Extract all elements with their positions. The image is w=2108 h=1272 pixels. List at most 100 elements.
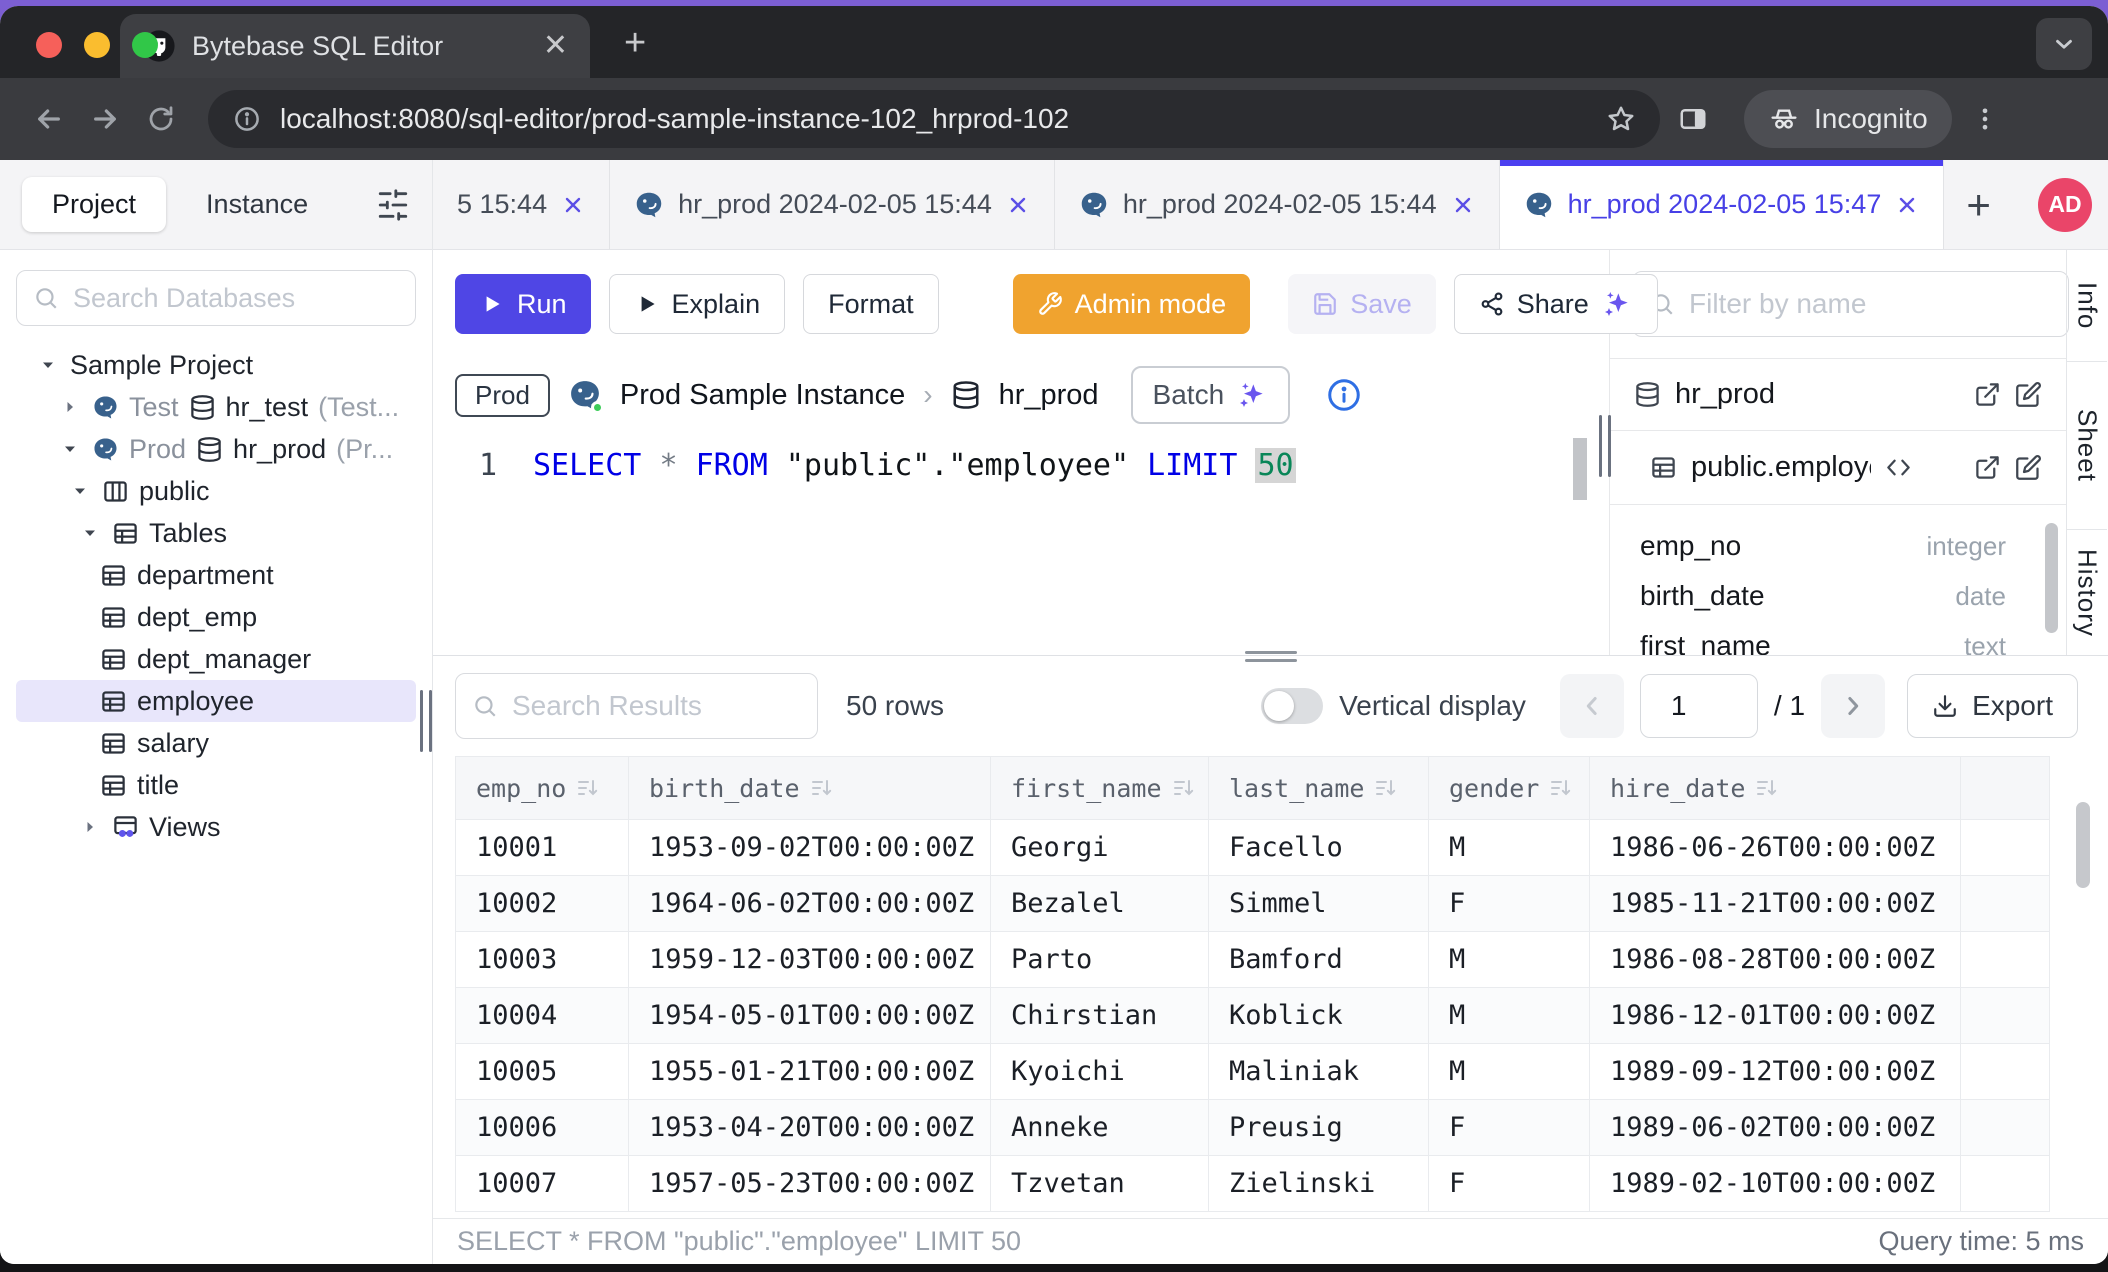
reload-button[interactable]	[138, 96, 184, 142]
table-cell[interactable]	[1961, 820, 2050, 876]
table-header-cell[interactable]: last_name	[1209, 757, 1429, 820]
share-button[interactable]: Share	[1454, 274, 1658, 334]
close-tab-icon[interactable]	[1451, 193, 1475, 217]
tree-node-table[interactable]: department	[16, 554, 416, 596]
table-row[interactable]: 100021964-06-02T00:00:00ZBezalelSimmelF1…	[456, 876, 2050, 932]
table-header-cell[interactable]: birth_date	[629, 757, 991, 820]
tab-project[interactable]: Project	[22, 177, 166, 232]
caret-down-icon[interactable]	[68, 479, 92, 503]
table-row[interactable]: 100051955-01-21T00:00:00ZKyoichiMaliniak…	[456, 1044, 2050, 1100]
sql-editor[interactable]: 1 SELECT * FROM "public"."employee" LIMI…	[433, 432, 1609, 655]
table-cell[interactable]: 1959-12-03T00:00:00Z	[629, 932, 991, 988]
tree-node-db-prod[interactable]: Prod hr_prod (Pr...	[16, 428, 416, 470]
external-link-icon[interactable]	[1974, 381, 2001, 408]
tree-node-table[interactable]: employee	[16, 680, 416, 722]
editor-tab[interactable]: hr_prod 2024-02-05 15:44	[1055, 160, 1500, 249]
batch-button[interactable]: Batch	[1131, 366, 1291, 424]
table-cell[interactable]: M	[1429, 820, 1590, 876]
vertical-display-toggle[interactable]	[1261, 688, 1323, 724]
tree-node-table[interactable]: dept_emp	[16, 596, 416, 638]
table-header-cell[interactable]: gender	[1429, 757, 1590, 820]
close-tab-icon[interactable]: ✕	[543, 31, 568, 61]
table-header-cell[interactable]: hire_date	[1590, 757, 1961, 820]
minimize-window-button[interactable]	[84, 32, 110, 58]
page-number-input[interactable]	[1640, 674, 1758, 738]
table-cell[interactable]	[1961, 876, 2050, 932]
table-cell[interactable]: 10006	[456, 1100, 629, 1156]
edit-icon[interactable]	[2015, 454, 2042, 481]
filter-by-name-input[interactable]	[1687, 287, 2052, 321]
external-link-icon[interactable]	[1974, 454, 2001, 481]
tree-node-table[interactable]: dept_manager	[16, 638, 416, 680]
table-cell[interactable]: Simmel	[1209, 876, 1429, 932]
schema-table-row[interactable]: public.employe	[1610, 430, 2066, 504]
table-cell[interactable]: 1989-02-10T00:00:00Z	[1590, 1156, 1961, 1212]
table-cell[interactable]: Bamford	[1209, 932, 1429, 988]
environment-chip[interactable]: Prod	[455, 374, 550, 417]
prev-page-button[interactable]	[1560, 674, 1624, 738]
table-cell[interactable]: Kyoichi	[991, 1044, 1209, 1100]
table-cell[interactable]: Georgi	[991, 820, 1209, 876]
table-cell[interactable]: 1986-06-26T00:00:00Z	[1590, 820, 1961, 876]
avatar[interactable]: AD	[2038, 178, 2092, 232]
run-button[interactable]: Run	[455, 274, 591, 334]
column-list-scrollbar[interactable]	[2045, 523, 2058, 633]
table-cell[interactable]	[1961, 932, 2050, 988]
table-header-cell[interactable]	[1961, 757, 2050, 820]
filter-box[interactable]	[1632, 271, 2069, 337]
tree-node-table[interactable]: salary	[16, 722, 416, 764]
search-results-input[interactable]	[510, 689, 801, 723]
table-cell[interactable]: F	[1429, 876, 1590, 932]
editor-tab[interactable]: hr_prod 2024-02-05 15:44	[610, 160, 1055, 249]
tree-node-table[interactable]: title	[16, 764, 416, 806]
instance-name[interactable]: Prod Sample Instance	[620, 379, 905, 412]
results-resize-handle[interactable]	[1245, 651, 1297, 662]
tree-node-views[interactable]: Views	[16, 806, 416, 848]
tree-node-db-test[interactable]: Test hr_test (Test...	[16, 386, 416, 428]
export-button[interactable]: Export	[1907, 674, 2078, 738]
table-cell[interactable]: Tzvetan	[991, 1156, 1209, 1212]
next-page-button[interactable]	[1821, 674, 1885, 738]
column-row[interactable]: birth_date date	[1640, 571, 2036, 621]
schema-database-row[interactable]: hr_prod	[1610, 358, 2066, 430]
side-tab[interactable]: Sheet	[2067, 362, 2107, 530]
sort-icon[interactable]	[1755, 776, 1779, 800]
table-cell[interactable]: F	[1429, 1100, 1590, 1156]
caret-right-icon[interactable]	[78, 815, 102, 839]
editor-scrollbar[interactable]	[1573, 438, 1587, 500]
table-cell[interactable]: 1953-04-20T00:00:00Z	[629, 1100, 991, 1156]
new-tab-button[interactable]: +	[624, 24, 646, 62]
table-cell[interactable]: Facello	[1209, 820, 1429, 876]
bookmark-star-icon[interactable]	[1606, 104, 1636, 134]
side-tab[interactable]: History	[2067, 530, 2107, 655]
format-button[interactable]: Format	[803, 274, 939, 334]
table-cell[interactable]: 10001	[456, 820, 629, 876]
table-cell[interactable]: 1964-06-02T00:00:00Z	[629, 876, 991, 932]
sort-icon[interactable]	[1374, 776, 1398, 800]
explain-button[interactable]: Explain	[609, 274, 786, 334]
editor-tab[interactable]: hr_prod 2024-02-05 15:47	[1500, 160, 1945, 249]
table-cell[interactable]: 1954-05-01T00:00:00Z	[629, 988, 991, 1044]
table-row[interactable]: 100041954-05-01T00:00:00ZChirstianKoblic…	[456, 988, 2050, 1044]
column-row[interactable]: emp_no integer	[1640, 521, 2036, 571]
table-header-cell[interactable]: emp_no	[456, 757, 629, 820]
table-header-cell[interactable]: first_name	[991, 757, 1209, 820]
table-row[interactable]: 100011953-09-02T00:00:00ZGeorgiFacelloM1…	[456, 820, 2050, 876]
table-cell[interactable]: 1989-09-12T00:00:00Z	[1590, 1044, 1961, 1100]
tree-node-schema-public[interactable]: public	[16, 470, 416, 512]
table-cell[interactable]	[1961, 1044, 2050, 1100]
table-row[interactable]: 100031959-12-03T00:00:00ZPartoBamfordM19…	[456, 932, 2050, 988]
table-cell[interactable]: 1955-01-21T00:00:00Z	[629, 1044, 991, 1100]
side-panel-button[interactable]	[1670, 96, 1716, 142]
sql-line[interactable]: 1 SELECT * FROM "public"."employee" LIMI…	[477, 448, 1609, 483]
table-cell[interactable]: Maliniak	[1209, 1044, 1429, 1100]
table-cell[interactable]	[1961, 988, 2050, 1044]
close-tab-icon[interactable]	[561, 193, 585, 217]
address-bar[interactable]: localhost:8080/sql-editor/prod-sample-in…	[208, 90, 1660, 148]
pane-resize-handle[interactable]	[1599, 415, 1611, 477]
url-text[interactable]: localhost:8080/sql-editor/prod-sample-in…	[280, 103, 1588, 135]
caret-down-icon[interactable]	[58, 437, 82, 461]
side-tab[interactable]: Info	[2067, 250, 2107, 362]
table-cell[interactable]: 10003	[456, 932, 629, 988]
sql-code[interactable]: SELECT * FROM "public"."employee" LIMIT …	[533, 448, 1296, 483]
